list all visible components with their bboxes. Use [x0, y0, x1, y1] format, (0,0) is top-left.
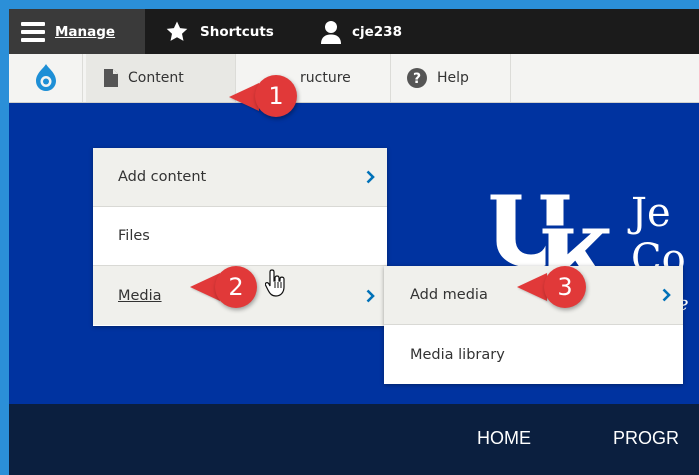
file-icon: [104, 69, 118, 87]
nav-programs-link[interactable]: PROGR: [613, 428, 679, 449]
menu-item-add-content[interactable]: Add content: [93, 148, 387, 207]
drupal-home-link[interactable]: [9, 54, 83, 102]
manage-tab[interactable]: Manage: [9, 9, 145, 54]
tray-help-label: Help: [437, 70, 469, 86]
user-label: cje238: [352, 23, 402, 40]
callout-2-badge: 2: [215, 266, 257, 308]
shortcuts-label: Shortcuts: [200, 23, 274, 40]
tray-structure-label: ructure: [300, 70, 351, 86]
browser-viewport: Manage Shortcuts cje238 Content ructure …: [9, 9, 699, 475]
admin-toolbar: Manage Shortcuts cje238: [9, 9, 699, 54]
user-icon: [321, 20, 341, 44]
menu-item-media-library[interactable]: Media library: [384, 325, 683, 384]
menu-item-label: Media: [118, 287, 162, 304]
chevron-right-icon: [662, 288, 671, 302]
star-icon: [166, 21, 188, 41]
manage-label: Manage: [55, 23, 116, 40]
site-nav: HOME PROGR: [9, 404, 699, 475]
shortcuts-tab[interactable]: Shortcuts: [164, 9, 274, 54]
callout-1-badge: 1: [255, 75, 297, 117]
menu-item-files[interactable]: Files: [93, 207, 387, 266]
menu-item-label: Add media: [410, 287, 488, 303]
menu-item-label: Add content: [118, 169, 207, 185]
tray-content[interactable]: Content: [86, 54, 236, 102]
callout-3-badge: 3: [544, 266, 586, 308]
nav-home-link[interactable]: HOME: [477, 428, 531, 449]
menu-item-label: Media library: [410, 346, 505, 363]
drupal-drop-icon: [35, 64, 56, 91]
hand-cursor-icon: [265, 269, 285, 297]
chevron-right-icon: [366, 170, 375, 184]
help-icon: ?: [407, 68, 427, 88]
chevron-right-icon: [366, 289, 375, 302]
user-tab[interactable]: cje238: [320, 9, 402, 54]
svg-text:?: ?: [413, 71, 421, 87]
tray-help[interactable]: ? Help: [391, 54, 511, 102]
callout-3-pointer: [517, 273, 547, 301]
admin-tray: Content ructure ? Help: [9, 54, 699, 103]
tray-content-label: Content: [128, 70, 184, 86]
hamburger-icon: [21, 21, 45, 42]
brand-line-1: Je: [631, 190, 671, 236]
menu-item-label: Files: [118, 228, 150, 244]
